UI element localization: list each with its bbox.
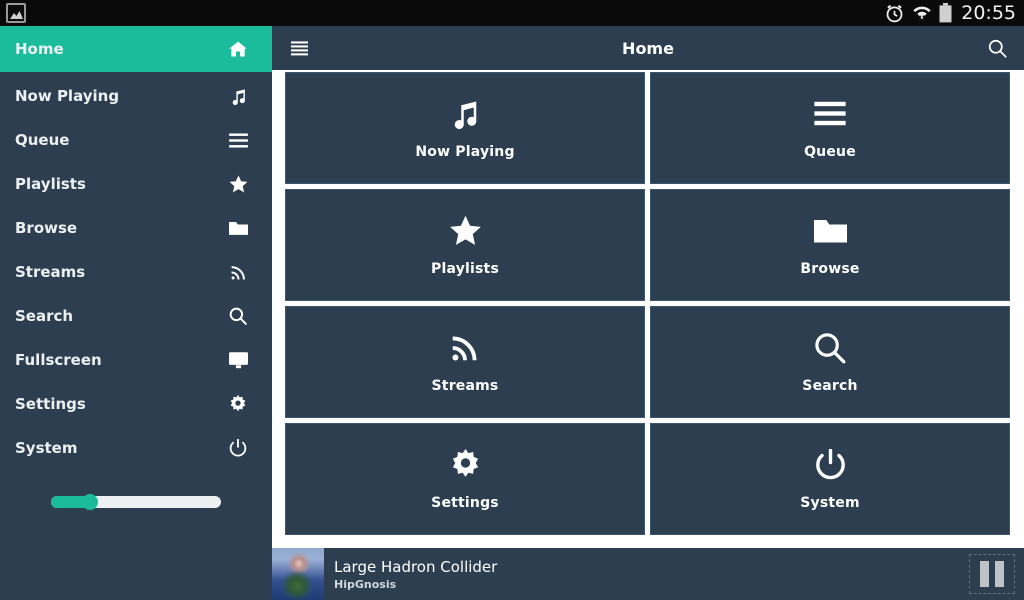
rss-icon xyxy=(226,260,250,284)
monitor-icon xyxy=(226,348,250,372)
tile-search[interactable]: Search xyxy=(650,306,1010,418)
sidebar-item-label: Home xyxy=(15,40,64,58)
tile-label: Queue xyxy=(804,143,856,160)
image-icon xyxy=(6,3,26,23)
tile-label: Search xyxy=(802,377,858,394)
app-top-bar: Home xyxy=(272,26,1024,70)
battery-icon xyxy=(939,3,952,23)
tile-label: Streams xyxy=(431,377,499,394)
power-icon xyxy=(226,436,250,460)
rss-icon xyxy=(450,331,480,365)
alarm-clock-icon xyxy=(884,3,905,24)
tile-browse[interactable]: Browse xyxy=(650,189,1010,301)
status-clock: 20:55 xyxy=(961,2,1016,24)
android-status-bar: 20:55 xyxy=(0,0,1024,26)
gear-icon xyxy=(226,392,250,416)
wifi-transfer-icon xyxy=(912,4,932,23)
sidebar-item-browse[interactable]: Browse xyxy=(0,206,272,250)
music-note-icon xyxy=(226,84,250,108)
sidebar-item-settings[interactable]: Settings xyxy=(0,382,272,426)
sidebar-item-streams[interactable]: Streams xyxy=(0,250,272,294)
tile-label: Now Playing xyxy=(415,143,515,160)
main-panel: Home Now Playing Queue Playlists Browse … xyxy=(272,26,1024,600)
now-playing-bar: Large Hadron Collider HipGnosis xyxy=(272,548,1024,600)
star-icon xyxy=(449,214,482,248)
tile-label: System xyxy=(800,494,860,511)
sidebar-item-search[interactable]: Search xyxy=(0,294,272,338)
track-artist: HipGnosis xyxy=(334,577,397,591)
tile-settings[interactable]: Settings xyxy=(285,423,645,535)
home-icon xyxy=(226,37,250,61)
sidebar-item-now-playing[interactable]: Now Playing xyxy=(0,74,272,118)
gear-icon xyxy=(450,448,481,482)
tile-label: Playlists xyxy=(431,260,499,277)
navigation-sidebar: Home Now Playing Queue Playlists Browse … xyxy=(0,26,272,600)
volume-thumb[interactable] xyxy=(82,494,99,510)
list-icon xyxy=(814,97,846,131)
pause-bar-right xyxy=(995,561,1004,587)
tile-label: Browse xyxy=(800,260,860,277)
sidebar-item-label: Playlists xyxy=(15,175,86,193)
folder-icon xyxy=(813,214,847,248)
hamburger-menu-icon[interactable] xyxy=(286,35,312,61)
list-icon xyxy=(226,128,250,152)
search-icon xyxy=(226,304,250,328)
tile-label: Settings xyxy=(431,494,499,511)
power-icon xyxy=(815,448,846,482)
tile-queue[interactable]: Queue xyxy=(650,72,1010,184)
track-title: Large Hadron Collider xyxy=(334,557,498,576)
volume-track[interactable] xyxy=(51,494,221,510)
track-info: Large Hadron Collider HipGnosis xyxy=(324,558,497,591)
sidebar-item-home[interactable]: Home xyxy=(0,26,272,72)
sidebar-item-queue[interactable]: Queue xyxy=(0,118,272,162)
sidebar-item-label: System xyxy=(15,439,78,457)
status-icons: 20:55 xyxy=(884,2,1016,24)
music-note-icon xyxy=(450,97,480,131)
sidebar-item-playlists[interactable]: Playlists xyxy=(0,162,272,206)
page-title: Home xyxy=(622,38,674,58)
tile-streams[interactable]: Streams xyxy=(285,306,645,418)
star-icon xyxy=(226,172,250,196)
tile-now-playing[interactable]: Now Playing xyxy=(285,72,645,184)
sidebar-item-label: Search xyxy=(15,307,74,325)
sidebar-item-label: Settings xyxy=(15,395,86,413)
sidebar-item-label: Streams xyxy=(15,263,86,281)
sidebar-item-label: Now Playing xyxy=(15,87,120,105)
tile-system[interactable]: System xyxy=(650,423,1010,535)
sidebar-item-label: Queue xyxy=(15,131,70,149)
pause-bar-left xyxy=(980,561,989,587)
sidebar-item-fullscreen[interactable]: Fullscreen xyxy=(0,338,272,382)
volume-slider[interactable] xyxy=(0,494,272,510)
search-icon[interactable] xyxy=(984,35,1010,61)
album-art[interactable] xyxy=(272,548,324,600)
search-icon xyxy=(814,331,846,365)
sidebar-item-label: Browse xyxy=(15,219,78,237)
pause-icon[interactable] xyxy=(969,554,1015,594)
home-tile-grid: Now Playing Queue Playlists Browse Strea… xyxy=(272,70,1024,550)
sidebar-item-system[interactable]: System xyxy=(0,426,272,470)
sidebar-item-label: Fullscreen xyxy=(15,351,102,369)
tile-playlists[interactable]: Playlists xyxy=(285,189,645,301)
folder-icon xyxy=(226,216,250,240)
